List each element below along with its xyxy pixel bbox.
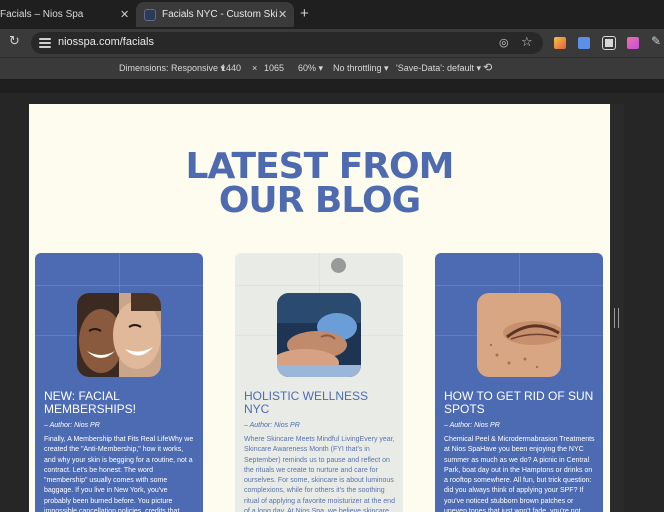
bookmark-star-icon[interactable]: ☆ — [521, 34, 533, 50]
blog-card[interactable]: NEW: FACIAL MEMBERSHIPS! – Author: Nios … — [35, 253, 203, 512]
new-tab-icon[interactable]: + — [300, 5, 309, 22]
tab-strip: Facials – Nios Spa ✕ Facials NYC - Custo… — [0, 0, 664, 29]
page-content: LATEST FROM OUR BLOG NEW: FACIAL MEMBERS… — [29, 104, 610, 512]
blog-card-image[interactable] — [277, 293, 361, 377]
width-field[interactable]: 1440 — [221, 63, 241, 73]
close-icon[interactable]: ✕ — [278, 8, 287, 21]
throttling-dropdown[interactable]: No throttling ▾ — [333, 63, 389, 74]
reload-icon[interactable]: ↻ — [9, 34, 21, 47]
blog-heading: LATEST FROM OUR BLOG — [29, 146, 610, 221]
blog-card-author: – Author: Nios PR — [244, 422, 300, 429]
extension-icon[interactable] — [602, 36, 616, 50]
address-bar[interactable]: niosspa.com/facials ◎ ☆ — [31, 32, 543, 54]
eye-off-icon[interactable]: ◎ — [499, 36, 509, 49]
blog-card-excerpt: Finally, A Membership that Fits Real Lif… — [44, 436, 194, 512]
site-info-icon[interactable] — [39, 38, 51, 48]
extension-icon[interactable] — [554, 37, 566, 49]
blog-card-image[interactable] — [477, 293, 561, 377]
blog-card[interactable]: HOW TO GET RID OF SUN SPOTS – Author: Ni… — [435, 253, 603, 512]
extension-icon[interactable] — [627, 37, 639, 49]
dimension-separator: × — [252, 63, 258, 73]
heading-line: OUR BLOG — [218, 180, 421, 221]
tab-title: Facials – Nios Spa — [0, 9, 84, 20]
tab-facials-nyc[interactable]: Facials NYC - Custom Skincare & Spa ✕ — [136, 2, 294, 27]
blog-card-title[interactable]: HOW TO GET RID OF SUN SPOTS — [444, 390, 596, 416]
browser-toolbar: ↻ niosspa.com/facials ◎ ☆ ✎ — [0, 29, 664, 57]
close-icon[interactable]: ✕ — [120, 8, 129, 21]
favicon-icon — [144, 8, 156, 21]
device-toolbar: Dimensions: Responsive ▾ 1440 × 1065 60%… — [0, 57, 664, 79]
extension-icon[interactable] — [578, 37, 590, 49]
dimensions-dropdown[interactable]: Dimensions: Responsive ▾ — [119, 63, 225, 74]
save-data-dropdown[interactable]: 'Save-Data': default ▾ — [396, 63, 481, 74]
blog-card-title[interactable]: NEW: FACIAL MEMBERSHIPS! — [44, 390, 196, 416]
spa-treatment-image — [277, 293, 361, 377]
resize-handle[interactable] — [614, 308, 619, 328]
blog-card-excerpt: Where Skincare Meets Mindful LivingEvery… — [244, 436, 395, 512]
smiling-women-image — [77, 293, 161, 377]
rotate-icon[interactable]: ⟲ — [483, 61, 492, 74]
viewport-left-gutter — [0, 104, 29, 512]
cursor-indicator — [331, 258, 346, 273]
tab-facials-nios-spa[interactable]: Facials – Nios Spa ✕ — [0, 2, 133, 27]
blog-card-author: – Author: Nios PR — [44, 422, 100, 429]
viewport-gutter — [0, 79, 664, 93]
pen-icon[interactable]: ✎ — [651, 34, 661, 48]
tab-title: Facials NYC - Custom Skincare & Spa — [162, 9, 277, 20]
blog-card[interactable]: HOLISTIC WELLNESS NYC – Author: Nios PR … — [235, 253, 403, 512]
heading-line: LATEST FROM — [185, 146, 455, 187]
zoom-dropdown[interactable]: 60% ▾ — [298, 63, 323, 74]
height-field[interactable]: 1065 — [264, 63, 284, 73]
url-text[interactable]: niosspa.com/facials — [58, 36, 154, 48]
blog-card-title[interactable]: HOLISTIC WELLNESS NYC — [244, 390, 396, 416]
closeup-eye-image — [477, 293, 561, 377]
blog-card-image[interactable] — [77, 293, 161, 377]
blog-card-excerpt: Chemical Peel & Microdermabrasion Treatm… — [444, 436, 595, 512]
blog-card-author: – Author: Nios PR — [444, 422, 500, 429]
